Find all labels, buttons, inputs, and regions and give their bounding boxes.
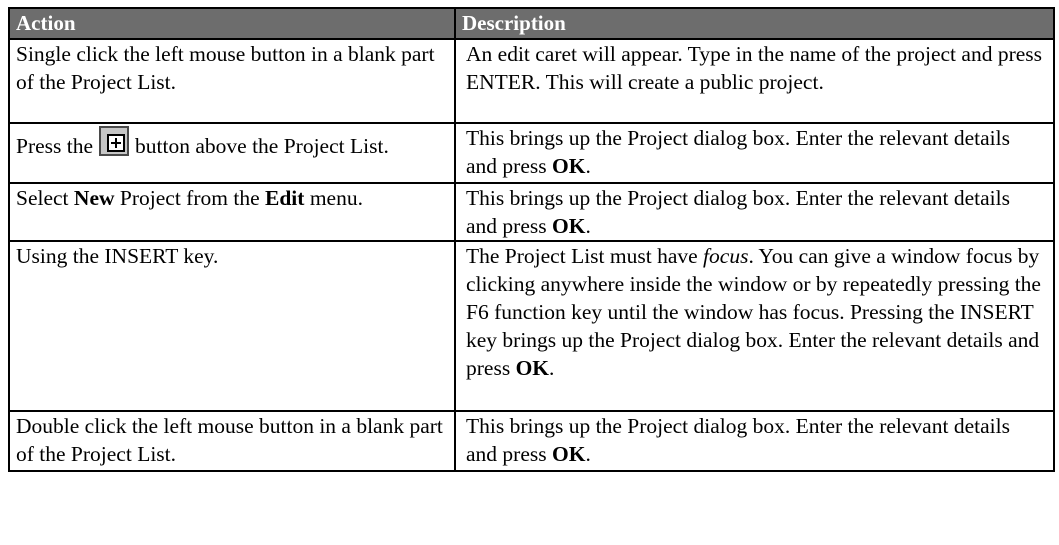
action-text-end: menu. (304, 186, 363, 210)
action-description-table: Action Description Single click the left… (8, 7, 1055, 472)
action-text-pre: Press the (16, 134, 94, 158)
table-header-row: Action Description (8, 7, 1055, 40)
action-cell: Using the INSERT key. (8, 240, 456, 412)
action-text-mid: Project from the (114, 186, 265, 210)
description-text-end: . (585, 154, 591, 178)
description-cell: This brings up the Project dialog box. E… (454, 122, 1055, 184)
description-text-end: . (549, 356, 555, 380)
description-text: The Project List must have (466, 244, 704, 268)
description-text-end: . (585, 214, 591, 238)
new-keyword: New (73, 186, 115, 210)
document-page: Action Description Single click the left… (8, 7, 1055, 545)
description-cell: This brings up the Project dialog box. E… (454, 182, 1055, 242)
description-cell: This brings up the Project dialog box. E… (454, 410, 1055, 472)
ok-keyword: OK (551, 154, 586, 178)
action-text: Select (16, 186, 74, 210)
table-row: Single click the left mouse button in a … (8, 38, 1055, 124)
table-row: Using the INSERT key. The Project List m… (8, 240, 1055, 412)
action-text-post: button above the Project List. (135, 134, 389, 158)
edit-keyword: Edit (265, 186, 305, 210)
description-text: This brings up the Project dialog box. E… (466, 186, 1010, 238)
table-row: Select New Project from the Edit menu. T… (8, 182, 1055, 242)
table-row: Double click the left mouse button in a … (8, 410, 1055, 472)
description-cell: The Project List must have focus. You ca… (454, 240, 1055, 412)
description-text: This brings up the Project dialog box. E… (466, 126, 1010, 178)
description-text-end: . (585, 442, 591, 466)
description-cell: An edit caret will appear. Type in the n… (454, 38, 1055, 124)
action-cell: Select New Project from the Edit menu. (8, 182, 456, 242)
column-header-description: Description (454, 7, 1055, 40)
ok-keyword: OK (551, 214, 586, 238)
expand-plus-icon (99, 126, 130, 156)
action-cell: Single click the left mouse button in a … (8, 38, 456, 124)
ok-keyword: OK (551, 442, 586, 466)
action-cell: Double click the left mouse button in a … (8, 410, 456, 472)
table-row: Press the button above the Project List. … (8, 122, 1055, 184)
action-cell: Press the button above the Project List. (8, 122, 456, 184)
description-text: This brings up the Project dialog box. E… (466, 414, 1010, 466)
focus-emphasis: focus (703, 244, 749, 268)
column-header-action: Action (8, 7, 456, 40)
ok-keyword: OK (515, 356, 550, 380)
